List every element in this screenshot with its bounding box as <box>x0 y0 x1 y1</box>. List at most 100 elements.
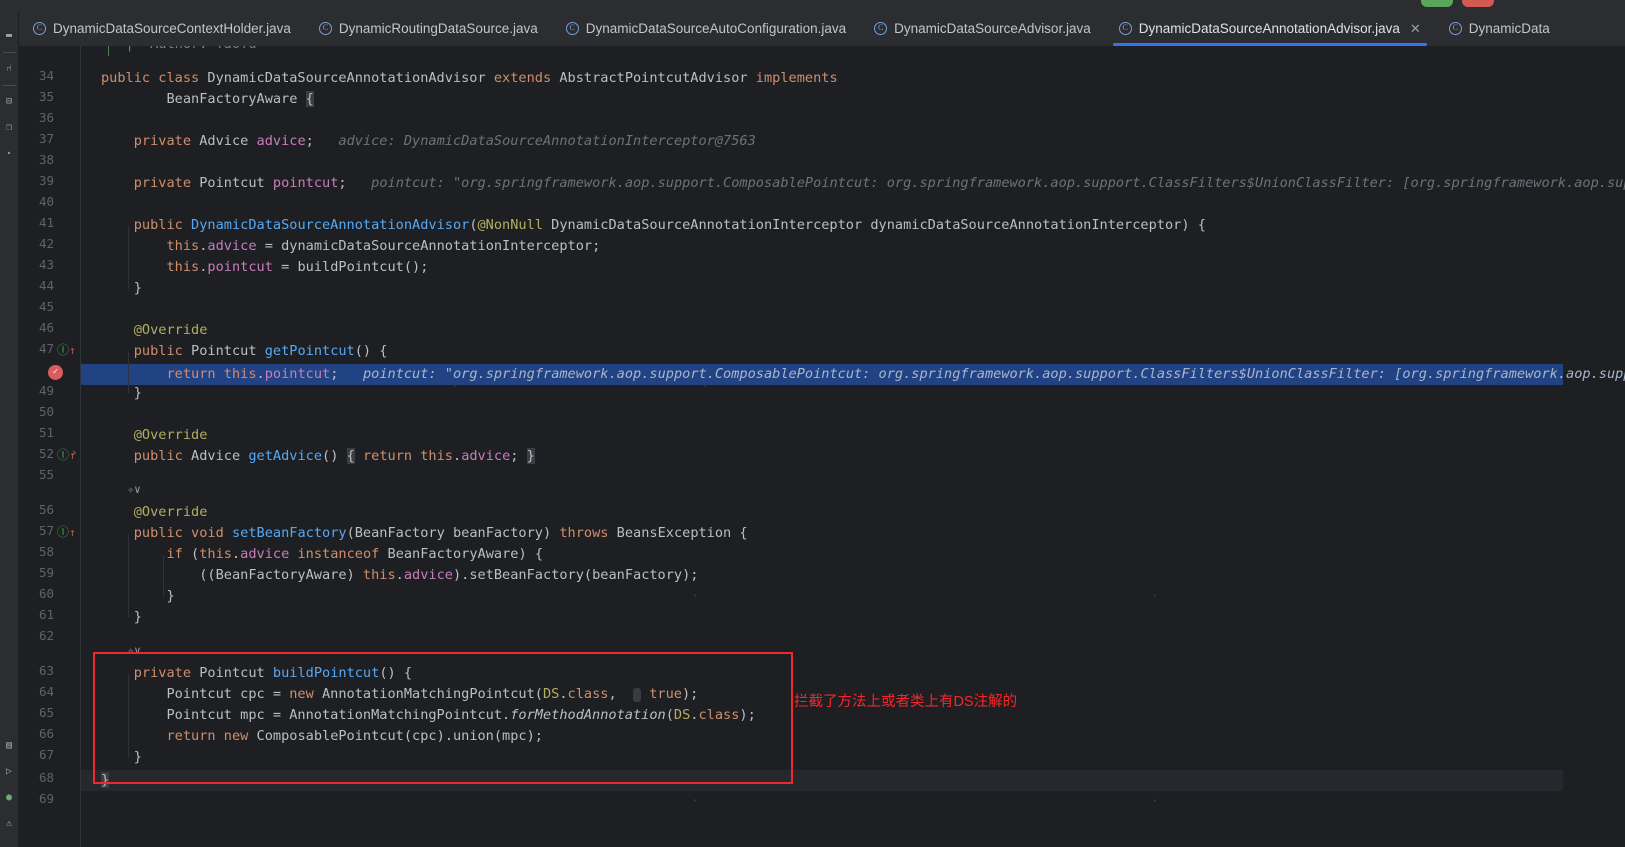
line-number: 43 <box>38 257 54 272</box>
whitespace-dot: · <box>691 793 700 809</box>
editor-gutter[interactable]: 34 35 36 37 38 39 40 41 42 43 44 45 46 4… <box>19 46 81 847</box>
run-gutter-icon[interactable]: Ⓘ↑ <box>57 523 79 540</box>
sidebar-divider <box>2 85 16 86</box>
editor-tab-label: DynamicDataSourceAutoConfiguration.java <box>585 21 847 36</box>
code-line-37: private Advice advice; advice: DynamicDa… <box>133 133 756 149</box>
line-number: 55 <box>38 467 54 482</box>
code-line-67: } <box>133 749 142 765</box>
problems-icon[interactable]: ⚠ <box>0 811 19 837</box>
editor-tab-3[interactable]: C DynamicDataSourceAdvisor.java <box>860 11 1105 46</box>
line-number: 44 <box>38 278 54 293</box>
line-number: 37 <box>38 131 54 146</box>
code-line-46: @Override <box>133 322 208 338</box>
code-line-63: private Pointcut buildPointcut() { <box>133 665 413 681</box>
indent-guide <box>128 674 129 758</box>
indent-guide <box>128 226 129 289</box>
close-icon[interactable]: ✕ <box>1410 21 1421 37</box>
java-class-icon: C <box>874 22 888 35</box>
line-number: 35 <box>38 89 54 104</box>
window-title-bar <box>0 0 1625 11</box>
line-number: 39 <box>38 173 54 188</box>
run-icon[interactable]: ▷ <box>0 759 19 785</box>
spring-bean-gutter-icon-2[interactable]: ✧∨ <box>101 640 140 661</box>
java-class-icon: C <box>1448 22 1462 35</box>
code-line-57: public void setBeanFactory(BeanFactory b… <box>133 525 748 541</box>
line-number: 61 <box>38 607 54 622</box>
line-number: 68 <box>38 770 54 785</box>
java-class-icon: C <box>1118 22 1132 35</box>
editor-tab-label: DynamicDataSourceAdvisor.java <box>894 21 1091 36</box>
commit-icon[interactable]: ⑁ <box>0 56 19 82</box>
whitespace-dot: · <box>701 378 710 394</box>
tool-window-sidebar: ▬ ⑁ ⊟ ❐ · ▤ ▷ ● ⚠ <box>0 11 19 847</box>
line-number: 47 <box>38 341 54 356</box>
editor-tab-0[interactable]: C DynamicDataSourceContextHolder.java <box>19 11 305 46</box>
code-line-49: } <box>133 385 142 401</box>
code-line-34: public class DynamicDataSourceAnnotation… <box>101 70 838 86</box>
line-number: 52 <box>38 446 54 461</box>
line-number: 66 <box>38 726 54 741</box>
indent-guide <box>128 352 129 394</box>
editor-tab-2[interactable]: C DynamicDataSourceAutoConfiguration.jav… <box>552 11 860 46</box>
line-number: 51 <box>38 425 54 440</box>
line-number: 60 <box>38 586 54 601</box>
structure-icon[interactable]: ⊟ <box>0 89 19 115</box>
code-line-41: public DynamicDataSourceAnnotationAdviso… <box>133 217 1206 233</box>
code-line-47: public Pointcut getPointcut() { <box>133 343 388 359</box>
code-line-59: ((BeanFactoryAware) this.advice).setBean… <box>199 567 699 583</box>
editor-tab-5[interactable]: C DynamicData <box>1435 11 1564 46</box>
line-number: 64 <box>38 684 54 699</box>
indent-guide <box>128 534 129 618</box>
editor-tab-label: DynamicDataSourceAnnotationAdvisor.java <box>1138 21 1400 36</box>
editor-tab-label: DynamicDataSourceContextHolder.java <box>53 21 291 36</box>
project-icon[interactable]: ▬ <box>0 23 19 49</box>
line-number: 56 <box>38 502 54 517</box>
line-number: 69 <box>38 791 54 806</box>
minimize-green-button[interactable] <box>1421 0 1453 7</box>
java-class-icon: C <box>33 22 46 35</box>
code-line-48-debug: return this.pointcut; pointcut: "org.spr… <box>166 366 1625 382</box>
code-line-39: private Pointcut pointcut; pointcut: "or… <box>133 175 1625 191</box>
line-number: 45 <box>38 299 54 314</box>
editor-tab-label: DynamicData <box>1468 21 1550 36</box>
line-number: 65 <box>38 705 54 720</box>
code-line-comment: | Author: TaoYu <box>101 46 257 55</box>
window-controls <box>1421 0 1494 7</box>
parameter-hint-badge <box>633 688 642 702</box>
code-line-66: return new ComposablePointcut(cpc).union… <box>166 728 543 744</box>
breakpoint-icon[interactable]: ✓ <box>48 365 63 380</box>
spring-bean-gutter-icon-1[interactable]: ✧∨ <box>101 479 140 500</box>
close-red-button[interactable] <box>1462 0 1494 7</box>
indent-guide <box>163 555 164 597</box>
code-line-61: } <box>133 609 142 625</box>
code-content[interactable]: | Author: TaoYu public class DynamicData… <box>81 46 1625 847</box>
line-number: 50 <box>38 404 54 419</box>
editor-tab-4-active[interactable]: C DynamicDataSourceAnnotationAdvisor.jav… <box>1104 11 1435 46</box>
whitespace-dot: · <box>1151 588 1160 604</box>
line-number: 49 <box>38 383 54 398</box>
line-number: 59 <box>38 565 54 580</box>
whitespace-dot: · <box>691 588 700 604</box>
bookmarks-icon[interactable]: ❐ <box>0 115 19 141</box>
code-line-52: public Advice getAdvice() { return this.… <box>133 448 535 464</box>
code-fold-expand-icon[interactable]: › <box>71 446 78 459</box>
run-gutter-icon[interactable]: Ⓘ↑ <box>57 341 79 358</box>
java-class-icon: C <box>565 22 579 35</box>
code-line-64: Pointcut cpc = new AnnotationMatchingPoi… <box>166 686 699 702</box>
line-number: 57 <box>38 523 54 538</box>
terminal-icon[interactable]: ▤ <box>0 733 19 759</box>
line-number: 41 <box>38 215 54 230</box>
code-line-42: this.advice = dynamicDataSourceAnnotatio… <box>166 238 601 254</box>
debug-icon[interactable]: ● <box>0 785 19 811</box>
line-number: 42 <box>38 236 54 251</box>
code-line-43: this.pointcut = buildPointcut(); <box>166 259 429 275</box>
annotation-red-text: 拦截了方法上或者类上有DS注解的 <box>794 694 1018 710</box>
code-line-56: @Override <box>133 504 208 520</box>
editor-tab-1[interactable]: C DynamicRoutingDataSource.java <box>305 11 552 46</box>
line-number: 38 <box>38 152 54 167</box>
code-editor[interactable]: 34 35 36 37 38 39 40 41 42 43 44 45 46 4… <box>19 46 1625 847</box>
notifications-icon[interactable]: · <box>0 141 19 167</box>
code-line-68: } <box>101 772 110 788</box>
whitespace-dot: · <box>1151 793 1160 809</box>
editor-tab-bar: C DynamicDataSourceContextHolder.java C … <box>19 11 1625 46</box>
